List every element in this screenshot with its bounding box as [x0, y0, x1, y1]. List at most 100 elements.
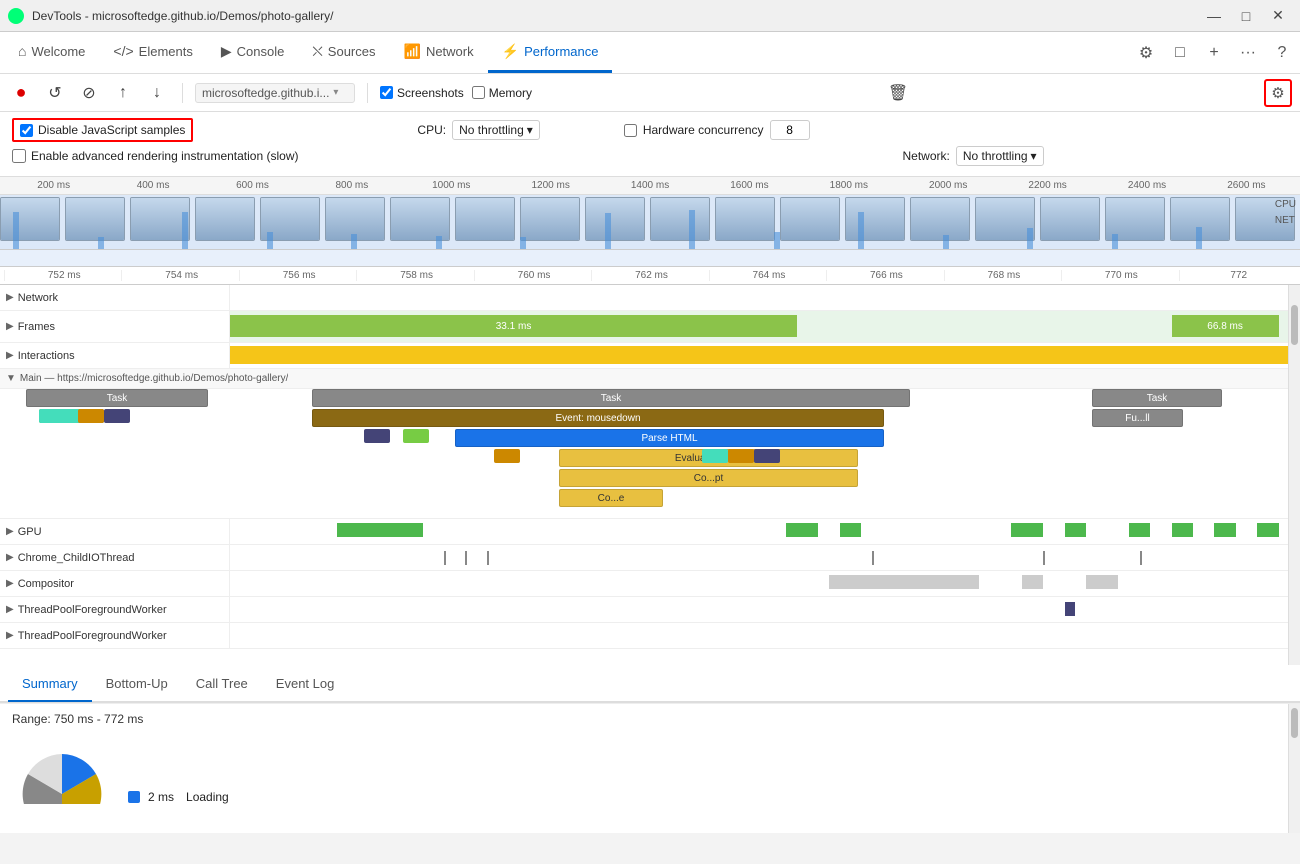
threadpool-2-expand-btn[interactable]: ▶: [6, 630, 14, 641]
restore-button[interactable]: □: [1232, 5, 1260, 27]
settings-gear-button[interactable]: ⚙: [1132, 39, 1160, 67]
url-dropdown-icon[interactable]: ▾: [333, 87, 338, 98]
bottom-panel-scrollbar-thumb[interactable]: [1291, 708, 1298, 738]
performance-icon: ⚡: [502, 43, 519, 60]
clear-button[interactable]: 🗑: [885, 80, 911, 106]
tab-elements[interactable]: </> Elements: [99, 32, 206, 73]
scrollbar-thumb-vertical[interactable]: [1291, 305, 1298, 345]
network-expand-btn[interactable]: ▶: [6, 292, 14, 303]
track-chrome-child-io-content: [230, 545, 1300, 570]
compositor-block-3: [1086, 575, 1118, 589]
summary-loading-row: 2 ms Loading: [128, 790, 229, 804]
hw-concurrency-input[interactable]: [770, 120, 810, 140]
mini-task-block: [403, 429, 429, 443]
cpu-throttle-select[interactable]: No throttling ▾: [452, 120, 540, 140]
task-task3: Task: [1092, 389, 1222, 407]
record-button[interactable]: ●: [8, 80, 34, 106]
mini-task-block: [78, 409, 104, 423]
detail-ruler-tick: 762 ms: [591, 270, 708, 281]
tab-event-log[interactable]: Event Log: [262, 666, 349, 702]
screenshot-thumb: [455, 197, 515, 241]
cpu-spike: [98, 237, 104, 249]
threadpool-1-expand-btn[interactable]: ▶: [6, 604, 14, 615]
hw-concurrency-checkbox[interactable]: [624, 124, 637, 137]
loading-color: [128, 791, 140, 803]
tab-sources[interactable]: ⛌ Sources: [298, 32, 389, 73]
disable-js-samples-checkbox[interactable]: Disable JavaScript samples: [12, 118, 193, 142]
cpu-spike: [1027, 228, 1033, 249]
ruler-tick: 2400 ms: [1097, 180, 1196, 191]
cpu-spike: [1112, 234, 1118, 249]
tab-sources-label: Sources: [328, 44, 376, 59]
gpu-block-8: [1214, 523, 1235, 537]
net-label: NET: [1275, 213, 1296, 229]
performance-settings-button[interactable]: ⚙: [1264, 79, 1292, 107]
add-tab-button[interactable]: +: [1200, 39, 1228, 67]
compositor-block-2: [1022, 575, 1043, 589]
bottom-panel: Range: 750 ms - 772 ms 2 ms Loading: [0, 703, 1300, 833]
gpu-expand-btn[interactable]: ▶: [6, 526, 14, 537]
ruler-tick: 400 ms: [103, 180, 202, 191]
screenshot-thumb: [910, 197, 970, 241]
cpu-spike: [267, 232, 273, 249]
chrome-child-io-expand-btn[interactable]: ▶: [6, 552, 14, 563]
tab-network[interactable]: 📶 Network: [390, 32, 488, 73]
favicon-icon: [8, 8, 24, 24]
track-threadpool-1-label: ▶ ThreadPoolForegroundWorker: [0, 597, 230, 622]
cpu-spike: [774, 232, 780, 249]
track-main-header: ▼ Main — https://microsoftedge.github.io…: [0, 369, 1300, 389]
memory-checkbox[interactable]: Memory: [472, 86, 532, 100]
tab-summary[interactable]: Summary: [8, 666, 92, 702]
window-controls: — □ ✕: [1200, 5, 1292, 27]
upload-button[interactable]: ↑: [110, 80, 136, 106]
overview-ruler: 200 ms400 ms600 ms800 ms1000 ms1200 ms14…: [0, 177, 1300, 195]
gpu-block-3: [840, 523, 861, 537]
vertical-scrollbar[interactable]: [1288, 285, 1300, 665]
tab-performance[interactable]: ⚡ Performance: [488, 32, 613, 73]
track-network-label: ▶ Network: [0, 285, 230, 310]
toolbar-sep-2: [367, 83, 368, 103]
timeline-overview: 200 ms400 ms600 ms800 ms1000 ms1200 ms14…: [0, 177, 1300, 267]
track-threadpool-2: ▶ ThreadPoolForegroundWorker: [0, 623, 1300, 649]
ruler-tick: 1000 ms: [402, 180, 501, 191]
tab-welcome[interactable]: ⌂ Welcome: [4, 32, 99, 73]
interactions-expand-btn[interactable]: ▶: [6, 350, 14, 361]
task-event_mousedown: Event: mousedown: [312, 409, 884, 427]
tab-bottom-up[interactable]: Bottom-Up: [92, 666, 182, 702]
track-frames-content: 33.1 ms 66.8 ms: [230, 311, 1300, 342]
frames-expand-btn[interactable]: ▶: [6, 321, 14, 332]
detail-ruler-tick: 758 ms: [356, 270, 473, 281]
track-threadpool-1: ▶ ThreadPoolForegroundWorker: [0, 597, 1300, 623]
tab-console[interactable]: ▶ Console: [207, 32, 298, 73]
advanced-rendering-checkbox[interactable]: Enable advanced rendering instrumentatio…: [12, 149, 299, 163]
ruler-tick: 1400 ms: [600, 180, 699, 191]
download-button[interactable]: ↓: [144, 80, 170, 106]
toolbar-sep-1: [182, 83, 183, 103]
summary-content: 2 ms Loading: [12, 734, 1288, 804]
close-button[interactable]: ✕: [1264, 5, 1292, 27]
hardware-concurrency-control: Hardware concurrency: [624, 120, 810, 140]
screenshots-checkbox[interactable]: Screenshots: [380, 86, 464, 100]
screenshot-strip: CPU NET: [0, 195, 1300, 250]
bottom-panel-scrollbar[interactable]: [1288, 704, 1300, 833]
compositor-expand-btn[interactable]: ▶: [6, 578, 14, 589]
help-button[interactable]: ?: [1268, 39, 1296, 67]
main-expand-btn[interactable]: ▼: [6, 373, 16, 384]
network-throttle-select[interactable]: No throttling ▾: [956, 146, 1044, 166]
tab-call-tree[interactable]: Call Tree: [182, 666, 262, 702]
more-menu-button[interactable]: ···: [1234, 39, 1262, 67]
ruler-tick: 1800 ms: [799, 180, 898, 191]
cpu-spike: [436, 236, 442, 249]
track-chrome-child-io-label: ▶ Chrome_ChildIOThread: [0, 545, 230, 570]
compositor-block-1: [829, 575, 979, 589]
ruler-tick: 2000 ms: [899, 180, 998, 191]
track-compositor: ▶ Compositor: [0, 571, 1300, 597]
ruler-tick: 800 ms: [302, 180, 401, 191]
tp1-block: [1065, 602, 1076, 616]
cpu-spike: [520, 237, 526, 249]
detach-button[interactable]: □: [1166, 39, 1194, 67]
gpu-block-1: [337, 523, 423, 537]
minimize-button[interactable]: —: [1200, 5, 1228, 27]
stop-button[interactable]: ⊘: [76, 80, 102, 106]
reload-button[interactable]: ↺: [42, 80, 68, 106]
